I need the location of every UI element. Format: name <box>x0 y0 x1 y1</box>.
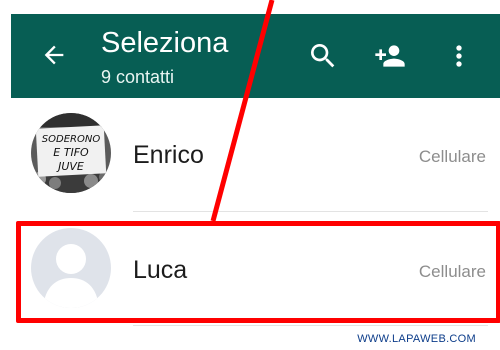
contact-type: Cellulare <box>418 262 486 281</box>
app-bar: Seleziona 9 contatti <box>11 14 500 98</box>
divider <box>133 211 488 212</box>
contact-row-enrico[interactable]: SODERONO E TIFO JUVE Enrico Cellulare <box>11 105 500 205</box>
avatar-banner-text-1: SODERONO <box>42 134 101 145</box>
default-avatar-icon <box>31 228 111 308</box>
add-contact-icon[interactable] <box>374 40 406 72</box>
watermark: WWW.LAPAWEB.COM <box>357 333 476 345</box>
more-vert-icon[interactable] <box>443 40 475 72</box>
avatar-photo: SODERONO E TIFO JUVE <box>31 113 111 193</box>
page-title: Seleziona <box>101 27 229 59</box>
contact-name: Luca <box>133 256 188 284</box>
contact-type: Cellulare <box>418 147 486 166</box>
avatar: SODERONO E TIFO JUVE <box>31 113 111 193</box>
contacts-count: 9 contatti <box>101 67 175 87</box>
back-arrow-icon[interactable] <box>40 41 68 69</box>
search-icon[interactable] <box>307 40 339 72</box>
contact-name: Enrico <box>133 141 204 169</box>
avatar-banner-text-2: E TIFO <box>53 146 89 159</box>
divider <box>133 325 488 326</box>
contact-row-luca[interactable]: Luca Cellulare <box>11 218 500 318</box>
avatar-banner-text-3: JUVE <box>56 160 84 173</box>
